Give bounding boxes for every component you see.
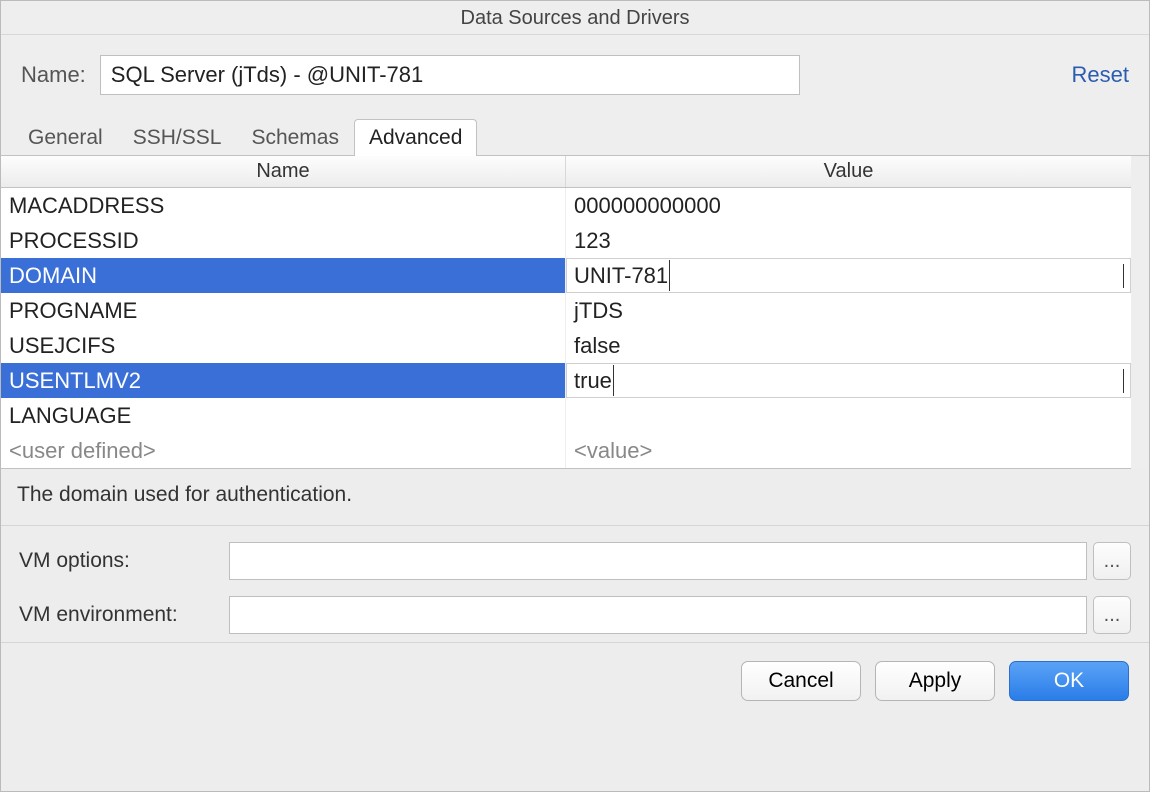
column-header-value[interactable]: Value <box>566 156 1131 187</box>
tab-general[interactable]: General <box>13 119 118 156</box>
cancel-button[interactable]: Cancel <box>741 661 861 701</box>
table-row[interactable]: LANGUAGE <box>1 398 1131 433</box>
apply-button[interactable]: Apply <box>875 661 995 701</box>
vm-options-input[interactable] <box>229 542 1087 580</box>
vm-options-area: VM options: ... VM environment: ... <box>1 526 1149 643</box>
vm-options-label: VM options: <box>19 549 229 573</box>
table-row[interactable]: USENTLMV2 true <box>1 363 1131 398</box>
table-row[interactable]: USEJCIFS false <box>1 328 1131 363</box>
tab-schemas[interactable]: Schemas <box>236 119 354 156</box>
reset-link[interactable]: Reset <box>1072 62 1129 88</box>
vm-environment-input[interactable] <box>229 596 1087 634</box>
property-value-editor[interactable]: true <box>566 363 1131 398</box>
window-title: Data Sources and Drivers <box>1 1 1149 35</box>
name-row: Name: Reset <box>1 35 1149 101</box>
property-value-editor[interactable]: UNIT-781 <box>566 258 1131 293</box>
name-label: Name: <box>21 62 86 88</box>
user-defined-value-placeholder[interactable]: <value> <box>566 433 1131 468</box>
table-row[interactable]: PROGNAME jTDS <box>1 293 1131 328</box>
property-value[interactable] <box>566 398 1131 433</box>
table-row[interactable]: PROCESSID 123 <box>1 223 1131 258</box>
tab-ssh-ssl[interactable]: SSH/SSL <box>118 119 237 156</box>
ok-button[interactable]: OK <box>1009 661 1129 701</box>
name-input[interactable] <box>100 55 800 95</box>
property-value[interactable]: 123 <box>566 223 1131 258</box>
user-defined-name-placeholder[interactable]: <user defined> <box>1 433 566 468</box>
property-name[interactable]: MACADDRESS <box>1 188 566 223</box>
property-name[interactable]: LANGUAGE <box>1 398 566 433</box>
help-text: The domain used for authentication. <box>1 469 1149 526</box>
tab-advanced[interactable]: Advanced <box>354 119 477 156</box>
column-header-name[interactable]: Name <box>1 156 566 187</box>
property-name[interactable]: DOMAIN <box>1 258 566 293</box>
grid-scroll-gutter <box>1131 156 1149 469</box>
dialog-window: Data Sources and Drivers Name: Reset Gen… <box>0 0 1150 792</box>
property-name[interactable]: USEJCIFS <box>1 328 566 363</box>
grid-body: MACADDRESS 000000000000 PROCESSID 123 DO… <box>1 188 1131 468</box>
property-name[interactable]: PROCESSID <box>1 223 566 258</box>
tab-bar: General SSH/SSL Schemas Advanced <box>1 101 1149 155</box>
grid-header: Name Value <box>1 156 1131 188</box>
vm-environment-ellipsis-button[interactable]: ... <box>1093 596 1131 634</box>
property-name[interactable]: PROGNAME <box>1 293 566 328</box>
properties-grid: Name Value MACADDRESS 000000000000 PROCE… <box>1 156 1131 469</box>
table-row[interactable]: DOMAIN UNIT-781 <box>1 258 1131 293</box>
table-row-user-defined[interactable]: <user defined> <value> <box>1 433 1131 468</box>
table-row[interactable]: MACADDRESS 000000000000 <box>1 188 1131 223</box>
properties-grid-wrap: Name Value MACADDRESS 000000000000 PROCE… <box>1 156 1149 469</box>
vm-environment-label: VM environment: <box>19 603 229 627</box>
property-value[interactable]: false <box>566 328 1131 363</box>
vm-options-ellipsis-button[interactable]: ... <box>1093 542 1131 580</box>
property-value[interactable]: 000000000000 <box>566 188 1131 223</box>
dialog-button-bar: Cancel Apply OK <box>1 643 1149 791</box>
property-value[interactable]: jTDS <box>566 293 1131 328</box>
property-name[interactable]: USENTLMV2 <box>1 363 566 398</box>
